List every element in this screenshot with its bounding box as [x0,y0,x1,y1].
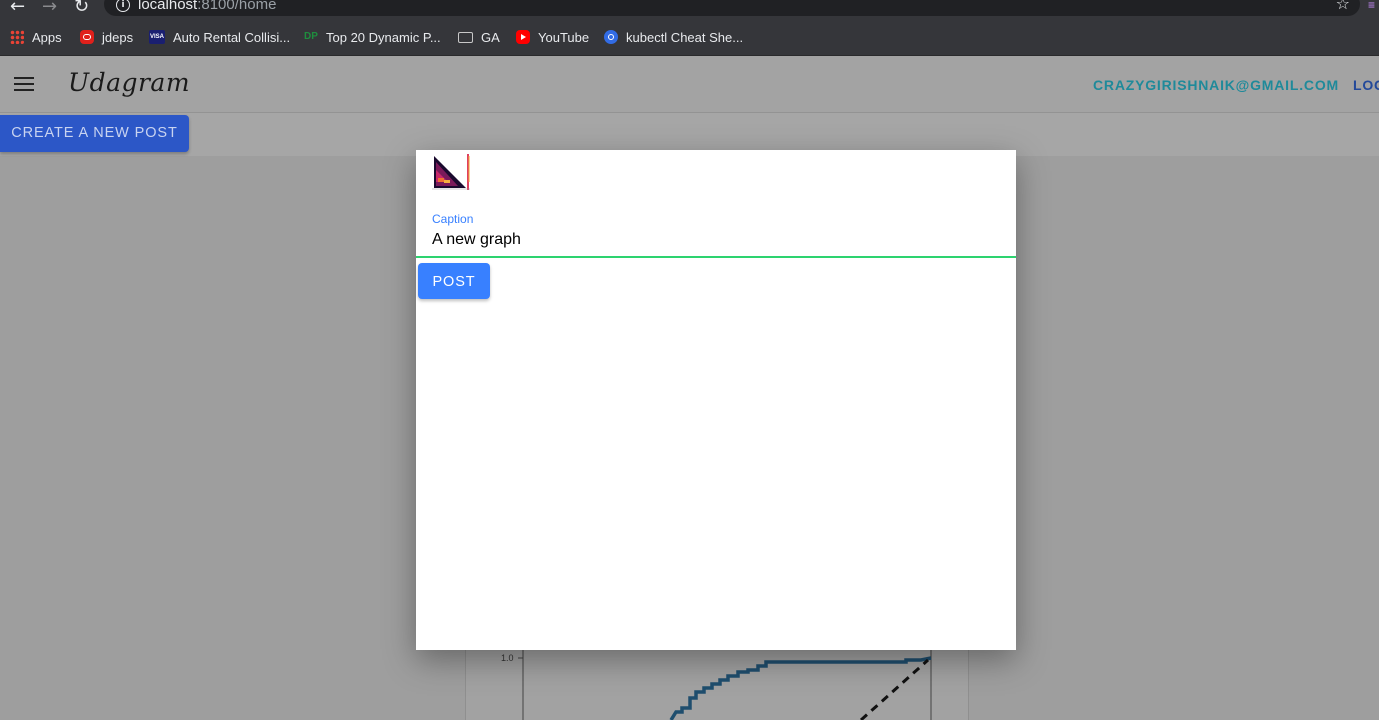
reload-icon[interactable]: ↻ [74,0,89,17]
site-info-icon[interactable]: i [116,0,130,12]
address-bar[interactable]: i localhost:8100/home ☆ [104,0,1360,16]
browser-top-bar: ← → ↻ i localhost:8100/home ☆ ≡ [0,0,1379,18]
caption-input[interactable] [432,230,992,250]
bookmark-apps[interactable]: Apps [10,29,62,45]
bookmark-top-20-dynamic[interactable]: DP Top 20 Dynamic P... [304,29,441,45]
chart-diagonal-line [859,658,930,720]
url-text[interactable]: localhost:8100/home [138,0,276,13]
app-title: Udagram [68,68,191,97]
selected-image-thumbnail [430,152,472,192]
bookmarks-bar: Apps jdeps VISA Auto Rental Collisi... D… [0,18,1379,56]
extension-icon[interactable]: ≡ [1368,0,1379,12]
visa-icon: VISA [149,30,165,44]
dynamic-programming-icon: DP [304,31,318,42]
caption-label: Caption [432,212,474,226]
menu-icon[interactable] [14,77,34,91]
bookmark-youtube[interactable]: YouTube [516,29,589,45]
oracle-icon [80,30,94,44]
bookmark-kubectl[interactable]: kubectl Cheat She... [604,29,743,45]
youtube-icon [516,30,530,44]
bookmark-jdeps[interactable]: jdeps [80,29,133,45]
kubernetes-icon [604,30,618,44]
new-post-modal: Caption POST [416,150,1016,650]
apps-grid-icon [10,30,24,44]
caption-focus-underline [416,256,1016,258]
chart-roc-curve [669,656,932,720]
bookmark-star-icon[interactable]: ☆ [1336,0,1350,13]
logout-button[interactable]: LOG [1353,77,1379,93]
post-button[interactable]: POST [418,263,490,299]
chart-y-tick-label: 1.0 [501,653,514,663]
forward-arrow-icon[interactable]: → [42,0,57,17]
app-header: Udagram CRAZYGIRISHNAIK@GMAIL.COM LOG [0,56,1379,113]
back-arrow-icon[interactable]: ← [10,0,25,17]
bookmark-ga-folder[interactable]: GA [458,29,500,45]
user-email-button[interactable]: CRAZYGIRISHNAIK@GMAIL.COM [1093,77,1339,93]
create-new-post-button[interactable]: CREATE A NEW POST [0,115,189,152]
bookmark-auto-rental[interactable]: VISA Auto Rental Collisi... [149,29,290,45]
folder-icon [458,31,473,43]
